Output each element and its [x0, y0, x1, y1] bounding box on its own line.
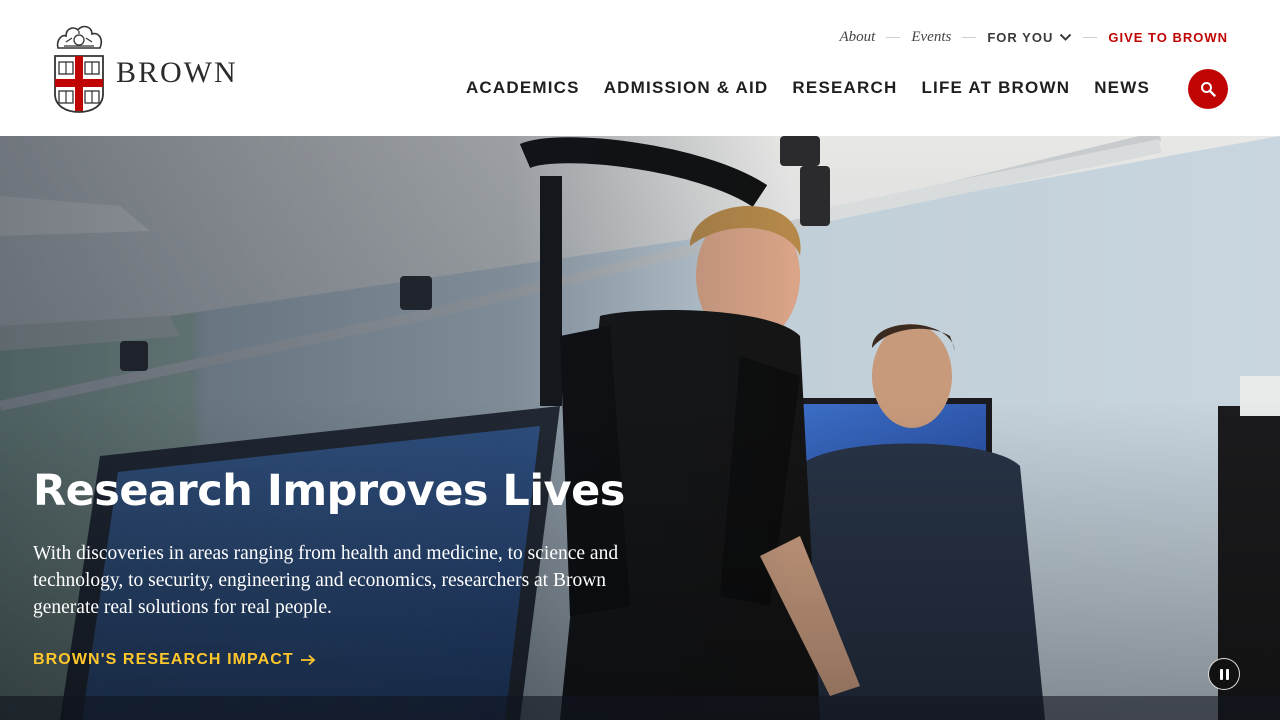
nav-academics[interactable]: ACADEMICS [466, 78, 580, 98]
research-impact-link[interactable]: BROWN'S RESEARCH IMPACT [33, 651, 316, 669]
nav-research[interactable]: RESEARCH [792, 78, 897, 98]
nav-life-at-brown[interactable]: LIFE AT BROWN [921, 78, 1070, 98]
brown-wordmark: BROWN [116, 56, 238, 89]
for-you-dropdown[interactable]: FOR YOU [987, 30, 1072, 45]
utility-nav: About Events FOR YOU GIVE TO BROWN [840, 26, 1228, 48]
hero-description: With discoveries in areas ranging from h… [33, 543, 619, 618]
utility-divider [962, 36, 977, 38]
hero-section: Research Improves Lives With discoveries… [0, 136, 1280, 720]
hero-title: Research Improves Lives [33, 466, 625, 516]
about-link[interactable]: About [840, 29, 876, 46]
for-you-label: FOR YOU [987, 29, 1054, 45]
search-icon [1201, 82, 1216, 97]
utility-divider [886, 36, 901, 38]
main-nav: ACADEMICS ADMISSION & AID RESEARCH LIFE … [442, 78, 1150, 98]
pause-icon [1218, 668, 1230, 680]
research-impact-label: BROWN'S RESEARCH IMPACT [33, 651, 294, 668]
chevron-down-icon [1059, 33, 1072, 42]
events-link[interactable]: Events [911, 29, 951, 46]
utility-divider [1083, 36, 1098, 38]
brown-shield-logo-icon [54, 25, 104, 113]
nav-admission-aid[interactable]: ADMISSION & AID [604, 78, 769, 98]
arrow-right-icon [300, 654, 316, 666]
nav-news[interactable]: NEWS [1094, 78, 1150, 98]
brown-logo-link[interactable]: BROWN [52, 22, 238, 114]
pause-video-button[interactable] [1208, 658, 1240, 690]
site-header: BROWN About Events FOR YOU GIVE TO BROWN… [0, 0, 1280, 136]
search-button[interactable] [1188, 69, 1228, 109]
hero-overlay-bottom [0, 136, 1280, 720]
give-to-brown-link[interactable]: GIVE TO BROWN [1108, 30, 1228, 45]
